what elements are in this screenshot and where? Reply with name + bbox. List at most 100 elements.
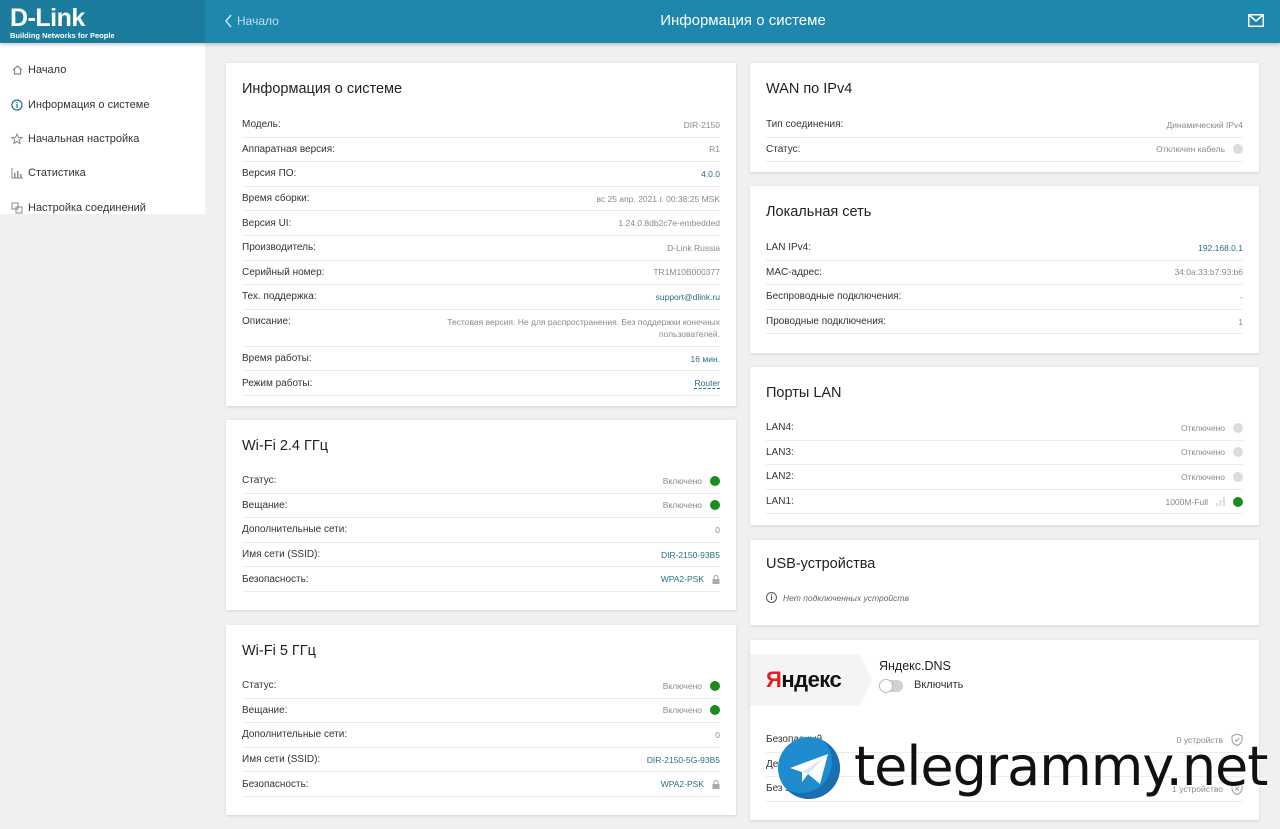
row-value: Отключено: [1180, 422, 1225, 433]
row-label: Версия UI:: [242, 217, 292, 229]
mail-icon[interactable]: [1248, 14, 1264, 27]
sidebar-item-label: Статистика: [28, 167, 86, 180]
info-row-uptime: Время работы: 16 мин.: [242, 347, 720, 372]
info-row-serial: Серийный номер: TR1M10B000377: [242, 261, 720, 286]
row-value: Тестовая версия. Не для распространения.…: [447, 316, 720, 339]
firmware-version-link[interactable]: 4.0.0: [701, 169, 720, 179]
row-label: LAN2:: [766, 471, 794, 483]
wifi-row-broadcast: Вещание: Включено: [242, 699, 720, 724]
row-value: Включено: [662, 475, 702, 486]
row-label: Время работы:: [242, 353, 312, 365]
row-value: DIR-2150: [683, 119, 720, 130]
row-label: LAN IPv4:: [766, 242, 812, 254]
sidebar-item-label: Начальная настройка: [28, 132, 140, 145]
row-label: Производитель:: [242, 242, 316, 254]
yandex-dns-toggle[interactable]: [879, 679, 903, 693]
port-row-lan4: LAN4: Отключено: [766, 416, 1243, 441]
lan-ip-link[interactable]: 192.168.0.1: [1198, 243, 1243, 253]
wan-rows: Тип соединения: Динамический IPv4 Статус:…: [766, 113, 1243, 163]
row-label: LAN4:: [766, 422, 794, 434]
row-label: Время сборки:: [242, 193, 310, 205]
status-on-indicator: [710, 500, 720, 511]
row-label: Статус:: [242, 680, 277, 692]
row-label: Беспроводные подключения:: [766, 291, 902, 303]
sidebar-item-connections[interactable]: Настройка соединений: [0, 191, 205, 225]
operation-mode-link[interactable]: Router: [694, 378, 720, 389]
security-link[interactable]: WPA2-PSK: [661, 574, 704, 584]
row-label: Дополнительные сети:: [242, 729, 348, 741]
top-bar: D-Link Building Networks for People Нача…: [0, 0, 1280, 43]
star-icon: [10, 132, 24, 146]
status-on-indicator: [1233, 496, 1243, 507]
row-label: Имя сети (SSID):: [242, 549, 321, 561]
yandex-logo: Яндекс: [766, 667, 842, 693]
row-value: -: [1240, 291, 1243, 302]
port-row-lan1: LAN1: 1000M-Full: [766, 490, 1243, 515]
lan-row-ipv4: LAN IPv4: 192.168.0.1: [766, 236, 1243, 261]
row-value: Включено: [662, 705, 702, 716]
status-on-indicator: [710, 705, 720, 716]
info-icon: [10, 98, 24, 112]
row-value: 0: [715, 729, 720, 740]
wifi-row-security: Безопасность: WPA2-PSK: [242, 772, 720, 797]
support-email-link[interactable]: support@dlink.ru: [656, 292, 720, 302]
yandex-logo-first-letter: Я: [766, 667, 782, 692]
info-icon: i: [766, 592, 777, 603]
row-label: Тип соединения:: [766, 119, 844, 131]
port-row-lan3: LAN3: Отключено: [766, 441, 1243, 466]
row-value: 1.24.0.8db2c7e-embedded: [618, 218, 720, 229]
row-label: Аппаратная версия:: [242, 143, 335, 155]
info-row-support: Тех. поддержка: support@dlink.ru: [242, 285, 720, 310]
row-label: Вещание:: [242, 704, 288, 716]
sidebar-item-label: Информация о системе: [28, 98, 150, 111]
row-label: Режим работы:: [242, 377, 313, 389]
card-title: Информация о системе: [242, 81, 403, 97]
security-link[interactable]: WPA2-PSK: [661, 779, 704, 789]
back-to-home-link[interactable]: Начало: [224, 14, 279, 28]
info-row-hw-version: Аппаратная версия: R1: [242, 138, 720, 163]
row-value: Отключено: [1180, 471, 1225, 482]
status-on-indicator: [710, 475, 720, 486]
info-row-fw-version: Версия ПО: 4.0.0: [242, 162, 720, 187]
page-title: Информация о системе: [660, 12, 826, 29]
row-label: Дополнительные сети:: [242, 524, 348, 536]
toggle-knob: [879, 679, 893, 693]
sidebar-item-home[interactable]: Начало: [0, 53, 205, 87]
row-value: Включено: [662, 680, 702, 691]
sidebar-item-initial-setup[interactable]: Начальная настройка: [0, 122, 205, 156]
usb-empty-message: i Нет подключенных устройств: [766, 592, 909, 603]
row-label: LAN1:: [766, 496, 794, 508]
watermark-text: telegrammy.net: [854, 735, 1268, 798]
wifi-24-rows: Статус: Включено Вещание: Включено Дополни…: [242, 469, 720, 592]
info-row-mode: Режим работы: Router: [242, 371, 720, 396]
sidebar-item-statistics[interactable]: Статистика: [0, 156, 205, 190]
ssid-link[interactable]: DIR-2150-93B5: [661, 550, 720, 560]
wifi-row-extra-networks: Дополнительные сети: 0: [242, 518, 720, 543]
status-on-indicator: [710, 680, 720, 691]
ssid-link[interactable]: DIR-2150-5G-93B5: [647, 755, 720, 765]
lan-rows: LAN IPv4: 192.168.0.1 MAC-адрес: 34:0a:33:…: [766, 236, 1243, 335]
row-label: Проводные подключения:: [766, 316, 887, 328]
yandex-logo-rest: ндекс: [781, 667, 842, 692]
logo-tagline: Building Networks for People: [10, 31, 115, 40]
row-value: Включено: [662, 500, 702, 511]
dlink-logo[interactable]: D-Link Building Networks for People: [0, 0, 205, 43]
lan-row-mac: MAC-адрес: 34:0a:33:b7:93:b6: [766, 261, 1243, 286]
row-value: 1000M-Full: [1165, 496, 1208, 507]
logo-text: D-Link: [10, 4, 85, 32]
local-network-card: Локальная сеть LAN IPv4: 192.168.0.1 MAC-…: [750, 186, 1259, 353]
wifi-24-card: Wi-Fi 2.4 ГГц Статус: Включено Вещание: Вк…: [226, 420, 736, 610]
sidebar-item-system-info[interactable]: Информация о системе: [0, 87, 205, 121]
card-title: Wi-Fi 2.4 ГГц: [242, 438, 329, 454]
home-icon: [10, 63, 24, 77]
row-label: Статус:: [242, 475, 277, 487]
card-title: Порты LAN: [766, 385, 842, 401]
card-title: WAN по IPv4: [766, 81, 853, 97]
card-title: Локальная сеть: [766, 204, 872, 220]
wifi-5-card: Wi-Fi 5 ГГц Статус: Включено Вещание: Вклю…: [226, 625, 736, 815]
status-off-indicator: [1233, 447, 1243, 458]
connections-icon: [10, 201, 24, 215]
toggle-label: Включить: [914, 679, 964, 691]
status-off-indicator: [1233, 471, 1243, 482]
row-value: 16 мин.: [690, 353, 720, 364]
